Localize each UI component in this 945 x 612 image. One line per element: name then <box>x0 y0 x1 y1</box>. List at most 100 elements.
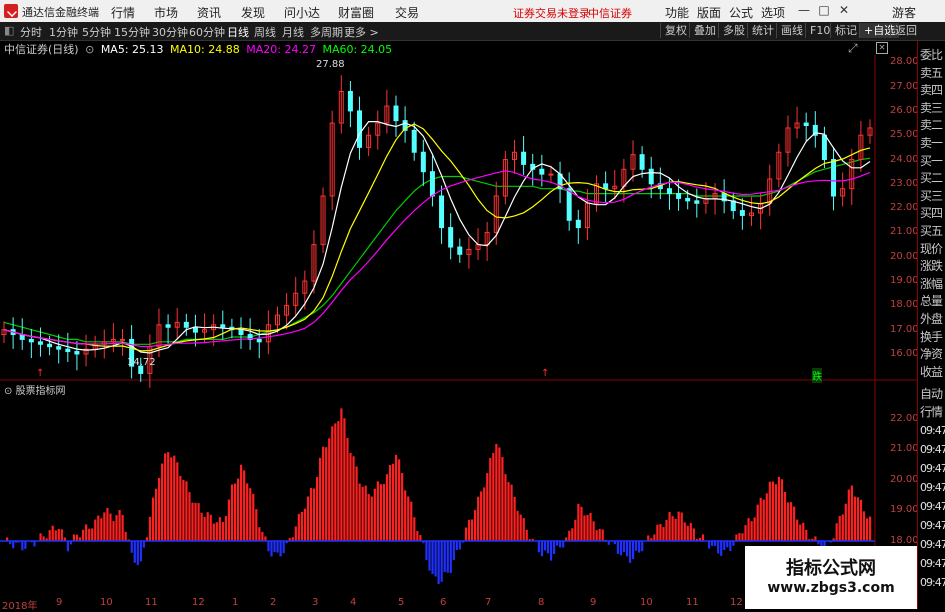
watermark-title: 指标公式网 <box>786 558 876 579</box>
indicator-bar <box>157 478 161 541</box>
indicator-dropdown-icon[interactable]: ⊙ <box>4 386 16 397</box>
candle-body <box>256 338 262 343</box>
date-tick-label: 12 <box>192 597 205 608</box>
indicator-tick-label: 21.00 <box>890 443 919 455</box>
indicator-bar <box>796 519 799 541</box>
tick-time: 09:47 <box>920 462 945 475</box>
trade-login-status[interactable]: 证券交易未登录 <box>513 5 590 21</box>
indicator-bar <box>24 540 27 549</box>
indicator-bar <box>458 540 461 550</box>
candle-body <box>47 343 53 348</box>
tab-timeshare[interactable]: 分时 <box>20 24 42 40</box>
indicator-bar <box>483 487 486 541</box>
tab-multi-period[interactable]: 多周期 <box>310 24 343 40</box>
mark-button[interactable]: 标记 <box>830 23 861 38</box>
menu-item-quotes[interactable]: 行情 <box>111 4 135 21</box>
price-tick-label: 18.00 <box>890 299 919 311</box>
indicator-title[interactable]: ⊙ 股票指标网 <box>4 382 66 397</box>
indicator-bar <box>759 497 762 541</box>
indicator-bar <box>130 540 133 553</box>
indicator-bar <box>686 525 689 541</box>
price-tick-label: 20.00 <box>890 250 919 262</box>
back-button[interactable]: 返回 <box>890 23 921 38</box>
indicator-bar <box>91 528 94 541</box>
indicator-bar <box>501 457 504 541</box>
tick-time: 09:47 <box>920 500 945 513</box>
indicator-bar <box>665 520 668 541</box>
statistics-button[interactable]: 统计 <box>747 23 778 38</box>
tab-30min[interactable]: 30分钟 <box>152 24 188 40</box>
indicator-bar <box>106 508 109 541</box>
indicator-bar <box>12 540 15 549</box>
menu-item-market[interactable]: 市场 <box>154 4 178 21</box>
indicator-bar <box>224 515 228 541</box>
fall-badge: 跌 <box>812 368 822 383</box>
side-panel-footer[interactable]: 行情 <box>920 402 945 422</box>
indicator-bar <box>85 524 88 541</box>
indicator-bar <box>309 487 313 541</box>
indicator-bar <box>300 511 303 541</box>
indicator-bar <box>495 443 498 541</box>
indicator-bar <box>161 463 164 541</box>
tab-60min[interactable]: 60分钟 <box>189 24 225 40</box>
tab-daily[interactable]: 日线 <box>227 24 249 40</box>
indicator-bar <box>331 426 334 541</box>
indicator-bar <box>376 481 379 541</box>
kline-chart[interactable] <box>0 41 917 597</box>
candle-body <box>347 90 353 112</box>
tab-1min[interactable]: 1分钟 <box>49 24 78 40</box>
indicator-bar <box>337 421 340 541</box>
menu-item-function[interactable]: 功能 <box>665 4 689 21</box>
menu-item-formula[interactable]: 公式 <box>729 4 753 21</box>
multi-stock-button[interactable]: 多股 <box>718 23 749 38</box>
indicator-bar <box>780 479 784 541</box>
price-tick-label: 16.00 <box>890 347 919 359</box>
menu-item-trade[interactable]: 交易 <box>395 4 419 21</box>
price-tick-label: 23.00 <box>890 177 919 189</box>
broker-link[interactable]: 中信证券 <box>588 5 632 21</box>
maximize-icon[interactable]: □ <box>816 2 832 18</box>
minimize-icon[interactable]: — <box>796 2 812 18</box>
menu-item-news[interactable]: 资讯 <box>197 4 221 21</box>
indicator-bar <box>240 464 243 541</box>
candle-body <box>803 122 809 126</box>
ma60-line <box>3 157 871 345</box>
indicator-bar <box>805 529 808 541</box>
indicator-bar <box>641 540 644 552</box>
indicator-bar <box>236 478 240 541</box>
indicator-bar <box>203 517 206 541</box>
indicator-bar <box>352 456 355 541</box>
indicator-bar <box>121 514 124 541</box>
indicator-bar <box>197 503 200 541</box>
guest-label[interactable]: 游客 <box>892 4 916 21</box>
tab-5min[interactable]: 5分钟 <box>82 24 111 40</box>
indicator-bar <box>57 529 60 541</box>
draw-line-button[interactable]: 画线 <box>776 23 807 38</box>
side-panel-item[interactable]: 收益 <box>920 362 945 382</box>
close-icon[interactable]: ✕ <box>836 2 852 18</box>
tab-weekly[interactable]: 周线 <box>254 24 276 40</box>
side-panel-footer[interactable]: 自动 <box>920 384 945 404</box>
indicator-bar <box>413 517 416 541</box>
ma10-line <box>3 123 871 352</box>
indicator-bar <box>741 533 744 541</box>
overlay-button[interactable]: 叠加 <box>689 23 720 38</box>
menu-item-discover[interactable]: 发现 <box>241 4 265 21</box>
tab-15min[interactable]: 15分钟 <box>114 24 150 40</box>
adjust-button[interactable]: 复权 <box>660 23 691 38</box>
indicator-bar <box>783 491 787 541</box>
menu-item-wealth[interactable]: 财富圈 <box>338 4 374 21</box>
tab-monthly[interactable]: 月线 <box>282 24 304 40</box>
indicator-bar <box>449 540 452 574</box>
toolbar-toggle-icon[interactable]: ◧ <box>4 24 14 37</box>
indicator-bar <box>540 540 544 557</box>
indicator-bar <box>723 540 726 550</box>
tab-more[interactable]: 更多 > <box>344 24 379 40</box>
menu-item-layout[interactable]: 版面 <box>697 4 721 21</box>
indicator-bar <box>346 437 349 541</box>
menu-item-ask[interactable]: 问小达 <box>284 4 320 21</box>
indicator-bar <box>467 519 471 541</box>
menu-item-options[interactable]: 选项 <box>761 4 785 21</box>
indicator-bar <box>437 540 440 585</box>
tick-time: 09:47 <box>920 557 945 570</box>
